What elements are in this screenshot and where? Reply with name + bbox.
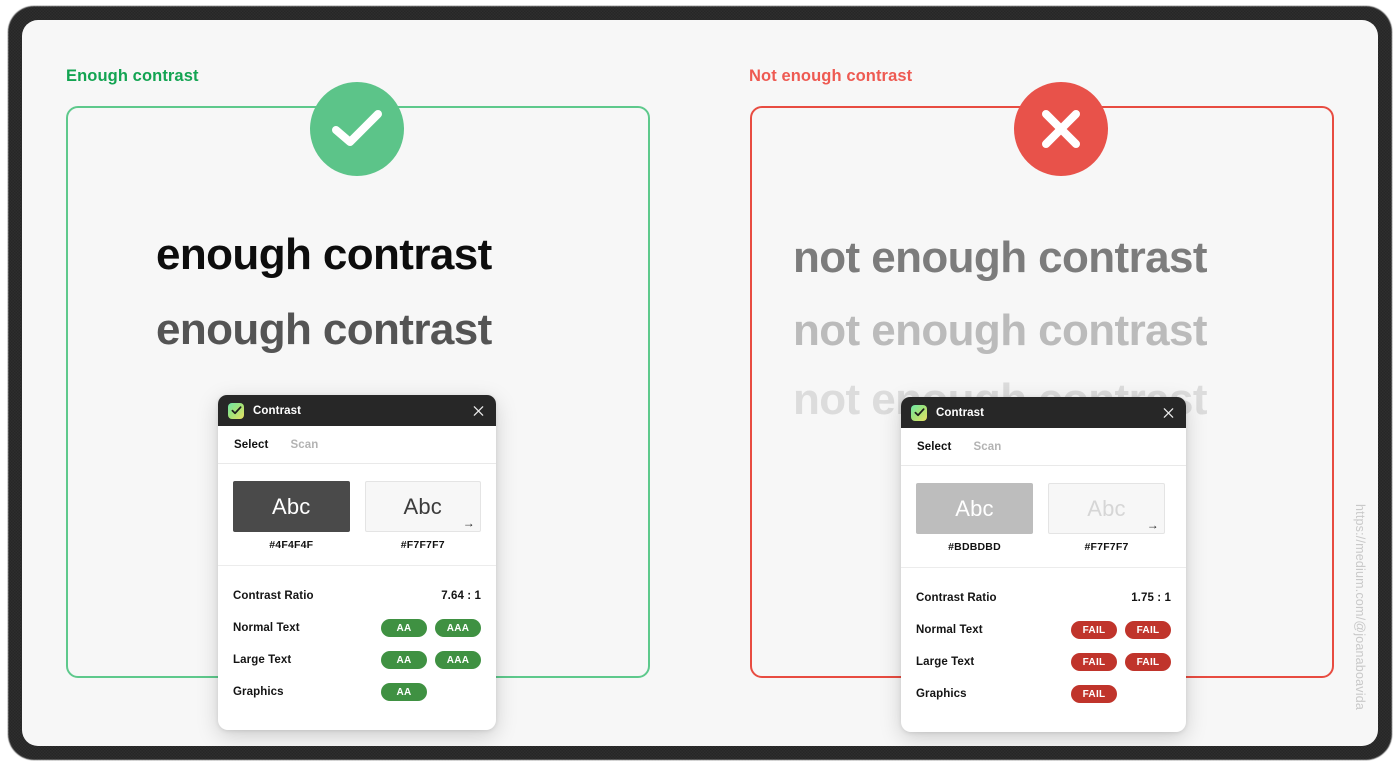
- status-badge-large-aa: FAIL: [1071, 653, 1117, 671]
- color-swatches: Abc #BDBDBD Abc → #F7F7F7: [901, 466, 1186, 568]
- app-tabs: Select Scan: [901, 428, 1186, 466]
- sample-text-bad-1: not enough contrast: [793, 233, 1208, 282]
- swap-arrow-icon[interactable]: →: [1147, 519, 1159, 531]
- swatch-sample-text: Abc: [271, 493, 311, 519]
- contrast-app-icon: [228, 402, 244, 419]
- status-badge-aaa: AAA: [435, 619, 481, 637]
- row-contrast-ratio: Contrast Ratio 7.64 : 1: [233, 580, 481, 612]
- tab-select[interactable]: Select: [234, 439, 268, 451]
- swatch-hex-foreground: #4F4F4F: [269, 539, 314, 551]
- swap-arrow-icon[interactable]: →: [463, 517, 475, 529]
- swatch-preview-background[interactable]: Abc →: [364, 481, 481, 532]
- swatch-foreground[interactable]: Abc #BDBDBD: [916, 483, 1033, 553]
- graphics-label: Graphics: [233, 686, 284, 698]
- status-badge-large-aaa: FAIL: [1125, 653, 1171, 671]
- tab-scan[interactable]: Scan: [290, 439, 318, 451]
- illustration-frame: Enough contrast enough contrast enough c…: [0, 0, 1400, 766]
- app-title: Contrast: [936, 406, 985, 419]
- check-icon: [332, 110, 382, 146]
- swatch-sample-text: Abc: [955, 495, 994, 521]
- normal-text-label: Normal Text: [916, 624, 983, 636]
- close-icon[interactable]: [1161, 405, 1176, 420]
- swatch-hex-background: #F7F7F7: [400, 539, 445, 551]
- graphics-label: Graphics: [916, 688, 967, 700]
- swatch-hex-foreground: #BDBDBD: [948, 541, 1001, 553]
- color-swatches: Abc #4F4F4F Abc → #F7F7F7: [218, 464, 496, 566]
- swatch-sample-text: Abc: [1087, 495, 1126, 521]
- swatch-preview-background[interactable]: Abc →: [1048, 483, 1165, 534]
- row-large-text: Large Text AA AAA: [233, 644, 481, 676]
- close-icon[interactable]: [471, 403, 486, 418]
- sample-text-good-2: enough contrast: [156, 305, 492, 354]
- contrast-app-icon: [911, 404, 927, 421]
- app-titlebar: Contrast: [218, 395, 496, 426]
- swatch-sample-text: Abc: [403, 493, 442, 519]
- tab-select[interactable]: Select: [917, 441, 951, 453]
- status-badge-pass: [310, 82, 404, 176]
- row-large-text: Large Text FAIL FAIL: [916, 646, 1171, 678]
- swatch-preview-foreground[interactable]: Abc: [233, 481, 350, 532]
- status-badge-aaa: AAA: [435, 651, 481, 669]
- large-text-label: Large Text: [233, 654, 292, 666]
- swatch-foreground[interactable]: Abc #4F4F4F: [233, 481, 350, 551]
- status-badge-normal-aaa: FAIL: [1125, 621, 1171, 639]
- sample-text-good-1: enough contrast: [156, 230, 492, 279]
- panel-caption-good: Enough contrast: [66, 67, 199, 85]
- cross-icon: [1042, 110, 1080, 148]
- badge-spacer: [1125, 685, 1171, 703]
- canvas: Enough contrast enough contrast enough c…: [22, 20, 1378, 746]
- large-text-label: Large Text: [916, 656, 975, 668]
- contrast-app-window-good[interactable]: Contrast Select Scan Abc #4F4F4F Abc → #…: [218, 395, 496, 730]
- normal-text-label: Normal Text: [233, 622, 300, 634]
- status-badge-aa: AA: [381, 651, 427, 669]
- credit-url: https://medium.com/@joanaboavida: [1353, 504, 1367, 710]
- row-graphics: Graphics FAIL: [916, 678, 1171, 710]
- app-title: Contrast: [253, 404, 302, 417]
- contrast-ratio-value: 1.75 : 1: [1131, 592, 1171, 604]
- status-badge-fail: [1014, 82, 1108, 176]
- swatch-hex-background: #F7F7F7: [1084, 541, 1129, 553]
- swatch-background[interactable]: Abc → #F7F7F7: [1048, 483, 1165, 553]
- results-list: Contrast Ratio 7.64 : 1 Normal Text AA A…: [218, 566, 496, 708]
- panel-enough-contrast: Enough contrast enough contrast enough c…: [22, 20, 700, 746]
- swatch-preview-foreground[interactable]: Abc: [916, 483, 1033, 534]
- tab-scan[interactable]: Scan: [973, 441, 1001, 453]
- status-badge-normal-aa: FAIL: [1071, 621, 1117, 639]
- app-tabs: Select Scan: [218, 426, 496, 464]
- row-contrast-ratio: Contrast Ratio 1.75 : 1: [916, 582, 1171, 614]
- results-list: Contrast Ratio 1.75 : 1 Normal Text FAIL…: [901, 568, 1186, 710]
- contrast-app-window-bad[interactable]: Contrast Select Scan Abc #BDBDBD Abc → #…: [901, 397, 1186, 732]
- row-normal-text: Normal Text FAIL FAIL: [916, 614, 1171, 646]
- panel-caption-bad: Not enough contrast: [749, 67, 913, 85]
- badge-spacer: [435, 683, 481, 701]
- status-badge-aa: AA: [381, 619, 427, 637]
- app-titlebar: Contrast: [901, 397, 1186, 428]
- row-graphics: Graphics AA: [233, 676, 481, 708]
- swatch-background[interactable]: Abc → #F7F7F7: [364, 481, 481, 551]
- contrast-ratio-label: Contrast Ratio: [916, 592, 997, 604]
- row-normal-text: Normal Text AA AAA: [233, 612, 481, 644]
- status-badge-graphics: FAIL: [1071, 685, 1117, 703]
- contrast-ratio-label: Contrast Ratio: [233, 590, 314, 602]
- panel-not-enough-contrast: Not enough contrast not enough contrast …: [700, 20, 1378, 746]
- status-badge-aa: AA: [381, 683, 427, 701]
- sample-text-bad-2: not enough contrast: [793, 306, 1208, 355]
- contrast-ratio-value: 7.64 : 1: [441, 590, 481, 602]
